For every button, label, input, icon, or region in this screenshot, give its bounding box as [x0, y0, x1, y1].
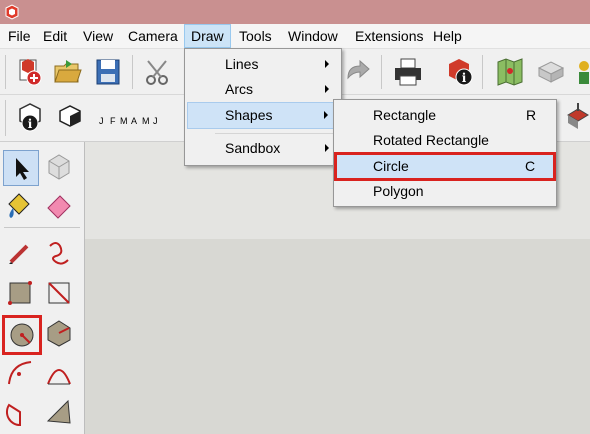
draw-menu-item-lines[interactable]: Lines: [187, 52, 337, 77]
pencil-icon: [9, 244, 29, 264]
menu-file[interactable]: File: [2, 24, 37, 48]
timeline-month: A: [131, 116, 138, 126]
submenu-arrow-icon: [325, 60, 329, 68]
menu-item-label: Rectangle: [373, 107, 437, 123]
submenu-arrow-icon: [325, 144, 329, 152]
menu-draw[interactable]: Draw: [184, 24, 231, 48]
menu-item-label: Shapes: [225, 107, 273, 123]
menu-item-label: Circle: [373, 158, 409, 174]
timeline-month: F: [110, 116, 116, 126]
shapes-menu-item-circle[interactable]: Circle C: [334, 152, 556, 181]
eraser-icon: [47, 195, 71, 219]
menu-edit[interactable]: Edit: [37, 24, 73, 48]
cut-icon[interactable]: [142, 56, 174, 88]
select-tool[interactable]: [3, 150, 39, 186]
draw-menu-item-arcs[interactable]: Arcs: [187, 77, 337, 102]
eraser-tool[interactable]: [42, 188, 76, 222]
menu-help[interactable]: Help: [427, 24, 468, 48]
menu-item-shortcut: C: [525, 158, 536, 174]
freehand-tool[interactable]: [42, 236, 76, 270]
paint-bucket-icon: [8, 193, 30, 218]
draw-menu-item-sandbox[interactable]: Sandbox: [187, 136, 337, 161]
pie-icon: [5, 403, 21, 427]
submenu-arrow-icon: [324, 111, 328, 119]
rotated-rectangle-tool[interactable]: [42, 276, 76, 310]
timeline-month: M: [142, 116, 150, 126]
tool-palette: [0, 142, 85, 434]
circle-icon: [10, 323, 34, 347]
two-point-arc-tool[interactable]: [42, 356, 76, 390]
menu-item-label: Rotated Rectangle: [373, 132, 489, 148]
timeline-month: J: [99, 116, 104, 126]
print-icon[interactable]: [392, 56, 424, 88]
arc-tool[interactable]: [3, 356, 37, 390]
shapes-menu-item-polygon[interactable]: Polygon: [336, 179, 552, 204]
menu-extensions[interactable]: Extensions: [349, 24, 429, 48]
pie-tool[interactable]: [3, 395, 37, 429]
submenu-arrow-icon: [325, 85, 329, 93]
shapes-menu-item-rotated-rectangle[interactable]: Rotated Rectangle: [336, 128, 552, 153]
sketchup-app-icon[interactable]: [4, 4, 20, 20]
circle-tool[interactable]: [2, 315, 42, 355]
shadows-icon[interactable]: [54, 101, 86, 133]
save-icon[interactable]: [92, 56, 124, 88]
svg-text:i: i: [462, 71, 467, 85]
paint-bucket-tool[interactable]: [3, 188, 37, 222]
geo-location-icon[interactable]: [494, 56, 526, 88]
model-info-icon[interactable]: i: [443, 56, 475, 88]
menu-bar: File Edit View Camera Draw Tools Window …: [0, 24, 590, 49]
new-file-icon[interactable]: [14, 56, 46, 88]
styles-icon[interactable]: [562, 101, 590, 133]
three-point-arc-tool[interactable]: [42, 395, 76, 429]
extension-warehouse-icon[interactable]: [574, 56, 590, 88]
two-point-arc-icon: [47, 369, 71, 385]
3d-warehouse-icon[interactable]: [535, 56, 567, 88]
model-viewport-ground[interactable]: [85, 239, 590, 434]
redo-icon[interactable]: [342, 56, 374, 88]
rectangle-tool[interactable]: [3, 276, 37, 310]
menu-view[interactable]: View: [77, 24, 119, 48]
make-component-tool[interactable]: [42, 150, 76, 184]
menu-divider: [215, 133, 337, 134]
three-point-arc-icon: [46, 399, 71, 424]
select-arrow-icon: [16, 158, 29, 180]
menu-item-label: Arcs: [225, 81, 253, 97]
menu-item-label: Lines: [225, 56, 259, 72]
menu-item-label: Sandbox: [225, 140, 281, 156]
component-icon: [48, 154, 70, 180]
menu-item-shortcut: R: [526, 107, 537, 123]
freehand-icon: [49, 242, 69, 265]
menu-window[interactable]: Window: [282, 24, 344, 48]
menu-camera[interactable]: Camera: [122, 24, 184, 48]
draw-menu-dropdown: Lines Arcs Shapes Sandbox: [184, 48, 342, 166]
menu-tools[interactable]: Tools: [233, 24, 278, 48]
title-bar: [0, 0, 590, 24]
timeline-month: J: [153, 116, 158, 126]
svg-text:i: i: [28, 117, 33, 131]
line-tool[interactable]: [3, 236, 37, 270]
menu-item-label: Polygon: [373, 183, 424, 199]
polygon-tool[interactable]: [42, 316, 76, 350]
shapes-menu-item-rectangle[interactable]: Rectangle R: [336, 103, 552, 128]
rectangle-icon: [8, 281, 32, 305]
model-info-icon[interactable]: i: [14, 101, 46, 133]
timeline-month: M: [120, 116, 128, 126]
arc-icon: [8, 361, 32, 385]
open-folder-icon[interactable]: [52, 56, 84, 88]
shapes-submenu: Rectangle R Rotated Rectangle Circle C P…: [333, 99, 557, 207]
polygon-icon: [47, 320, 71, 347]
draw-menu-item-shapes[interactable]: Shapes: [187, 102, 337, 129]
rotated-rectangle-icon: [48, 282, 70, 304]
